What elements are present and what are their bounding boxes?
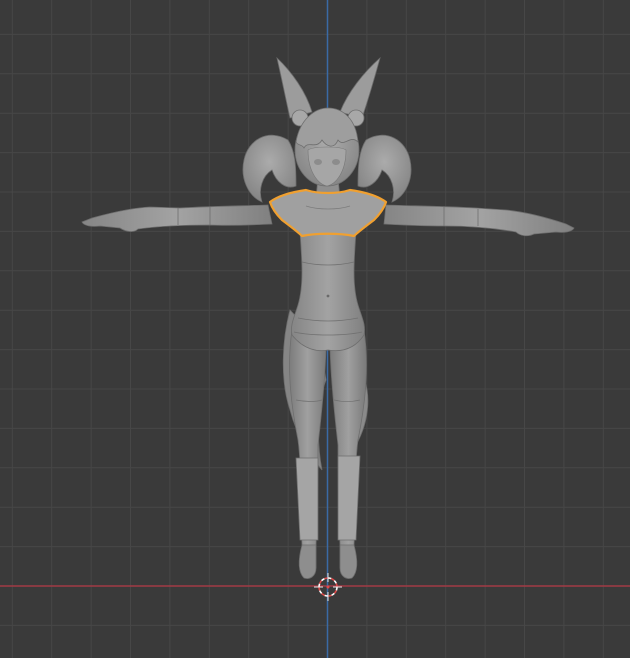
navel	[326, 294, 330, 298]
left-eye	[314, 159, 322, 165]
left-foot	[298, 544, 317, 579]
right-foot	[339, 544, 358, 579]
right-boot	[337, 455, 361, 541]
torso	[291, 231, 365, 352]
left-boot	[295, 457, 319, 541]
viewport-canvas[interactable]	[0, 0, 630, 658]
3d-viewport[interactable]	[0, 0, 630, 658]
right-eye	[332, 159, 340, 165]
